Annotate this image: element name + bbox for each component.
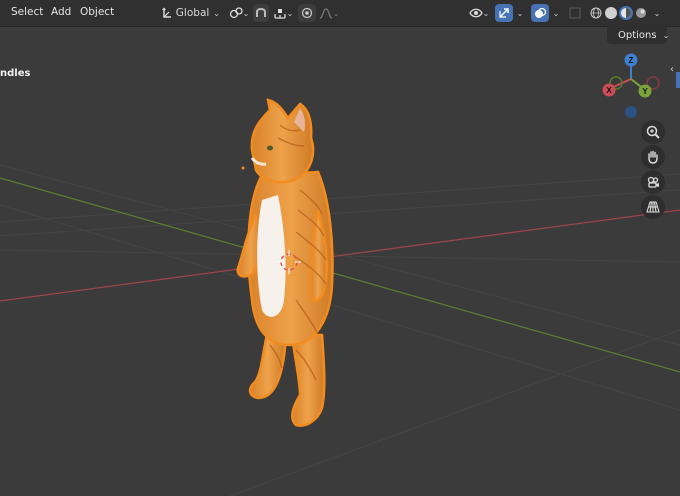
falloff-icon [319, 8, 332, 19]
zoom-icon [646, 125, 660, 139]
y-axis-line [0, 177, 680, 373]
wireframe-icon[interactable] [590, 7, 602, 19]
pan-icon [648, 150, 658, 164]
ortho-grid-icon [646, 201, 660, 213]
gizmo-dropdown[interactable]: ⌄ [514, 4, 526, 22]
material-preview-icon[interactable] [619, 6, 633, 20]
proportional-edit-icon [301, 7, 313, 19]
chevron-down-icon: ⌄ [213, 8, 220, 18]
gizmo-y-label: Y [642, 87, 648, 96]
transform-orientation-label: Global [175, 7, 210, 19]
object-origin [241, 166, 245, 170]
pivot-icon [229, 7, 243, 19]
chevron-down-icon: ⌄ [286, 8, 294, 18]
xray-toggle[interactable] [567, 4, 583, 22]
viewport-info-text: ndles [0, 68, 31, 79]
rendered-icon[interactable] [635, 7, 647, 19]
snap-target-dropdown[interactable]: ⌄ [270, 4, 296, 22]
snap-target-icon [273, 9, 286, 19]
floor-grid [0, 164, 680, 496]
overlay-icon [535, 7, 546, 18]
ortho-perspective-button[interactable] [641, 195, 665, 219]
3d-viewport[interactable]: Z X Y ndles ‹ [0, 0, 680, 496]
chevron-down-icon: ⌄ [482, 8, 490, 18]
solid-icon[interactable] [605, 7, 617, 19]
transform-orientation-dropdown[interactable]: Global ⌄ [158, 4, 220, 22]
menu-add[interactable]: Add [51, 6, 71, 18]
zoom-button[interactable] [641, 120, 665, 144]
shading-dropdown[interactable]: ⌄ [651, 4, 663, 22]
chevron-down-icon: ⌄ [516, 8, 524, 18]
options-dropdown[interactable]: Options ⌄ [607, 26, 670, 44]
snap-toggle[interactable] [253, 4, 269, 22]
options-label: Options [618, 29, 657, 41]
gizmo-z-label: Z [629, 56, 634, 65]
snap-icon [256, 8, 266, 17]
object-visibility-dropdown[interactable]: ⌄ [466, 4, 492, 22]
x-axis-line [0, 209, 680, 302]
pan-button[interactable] [641, 145, 665, 169]
sidebar-tab-indicator[interactable] [676, 72, 680, 88]
chevron-down-icon: ⌄ [653, 8, 661, 18]
visibility-icon [468, 8, 483, 18]
menu-select[interactable]: Select [11, 6, 43, 18]
pivot-point-dropdown[interactable]: ⌄ [228, 4, 250, 22]
overlays-dropdown[interactable]: ⌄ [550, 4, 562, 22]
proportional-edit-toggle[interactable] [298, 4, 316, 22]
menu-object[interactable]: Object [80, 6, 114, 18]
xray-icon [569, 7, 581, 19]
gizmo-icon [499, 8, 509, 18]
gizmo-toggle[interactable] [495, 4, 513, 22]
chevron-down-icon: ⌄ [662, 30, 670, 40]
chevron-down-icon: ⌄ [242, 8, 250, 18]
overlays-toggle[interactable] [531, 4, 549, 22]
viewport-scene[interactable]: Z X Y [0, 0, 680, 496]
gizmo-x-label: X [606, 86, 612, 95]
camera-view-icon [647, 176, 659, 188]
viewport-header: Select Add Object Global ⌄ ⌄ ⌄ ⌄ ⌄ ⌄ ⌄ ⌄ [0, 0, 680, 27]
falloff-dropdown[interactable]: ⌄ [318, 4, 340, 22]
chevron-down-icon: ⌄ [332, 8, 340, 18]
transform-orientation-icon [162, 7, 171, 18]
cat-model[interactable] [236, 98, 334, 427]
chevron-down-icon: ⌄ [552, 8, 560, 18]
navigation-gizmo[interactable]: Z X Y [602, 53, 660, 119]
camera-view-button[interactable] [641, 170, 665, 194]
